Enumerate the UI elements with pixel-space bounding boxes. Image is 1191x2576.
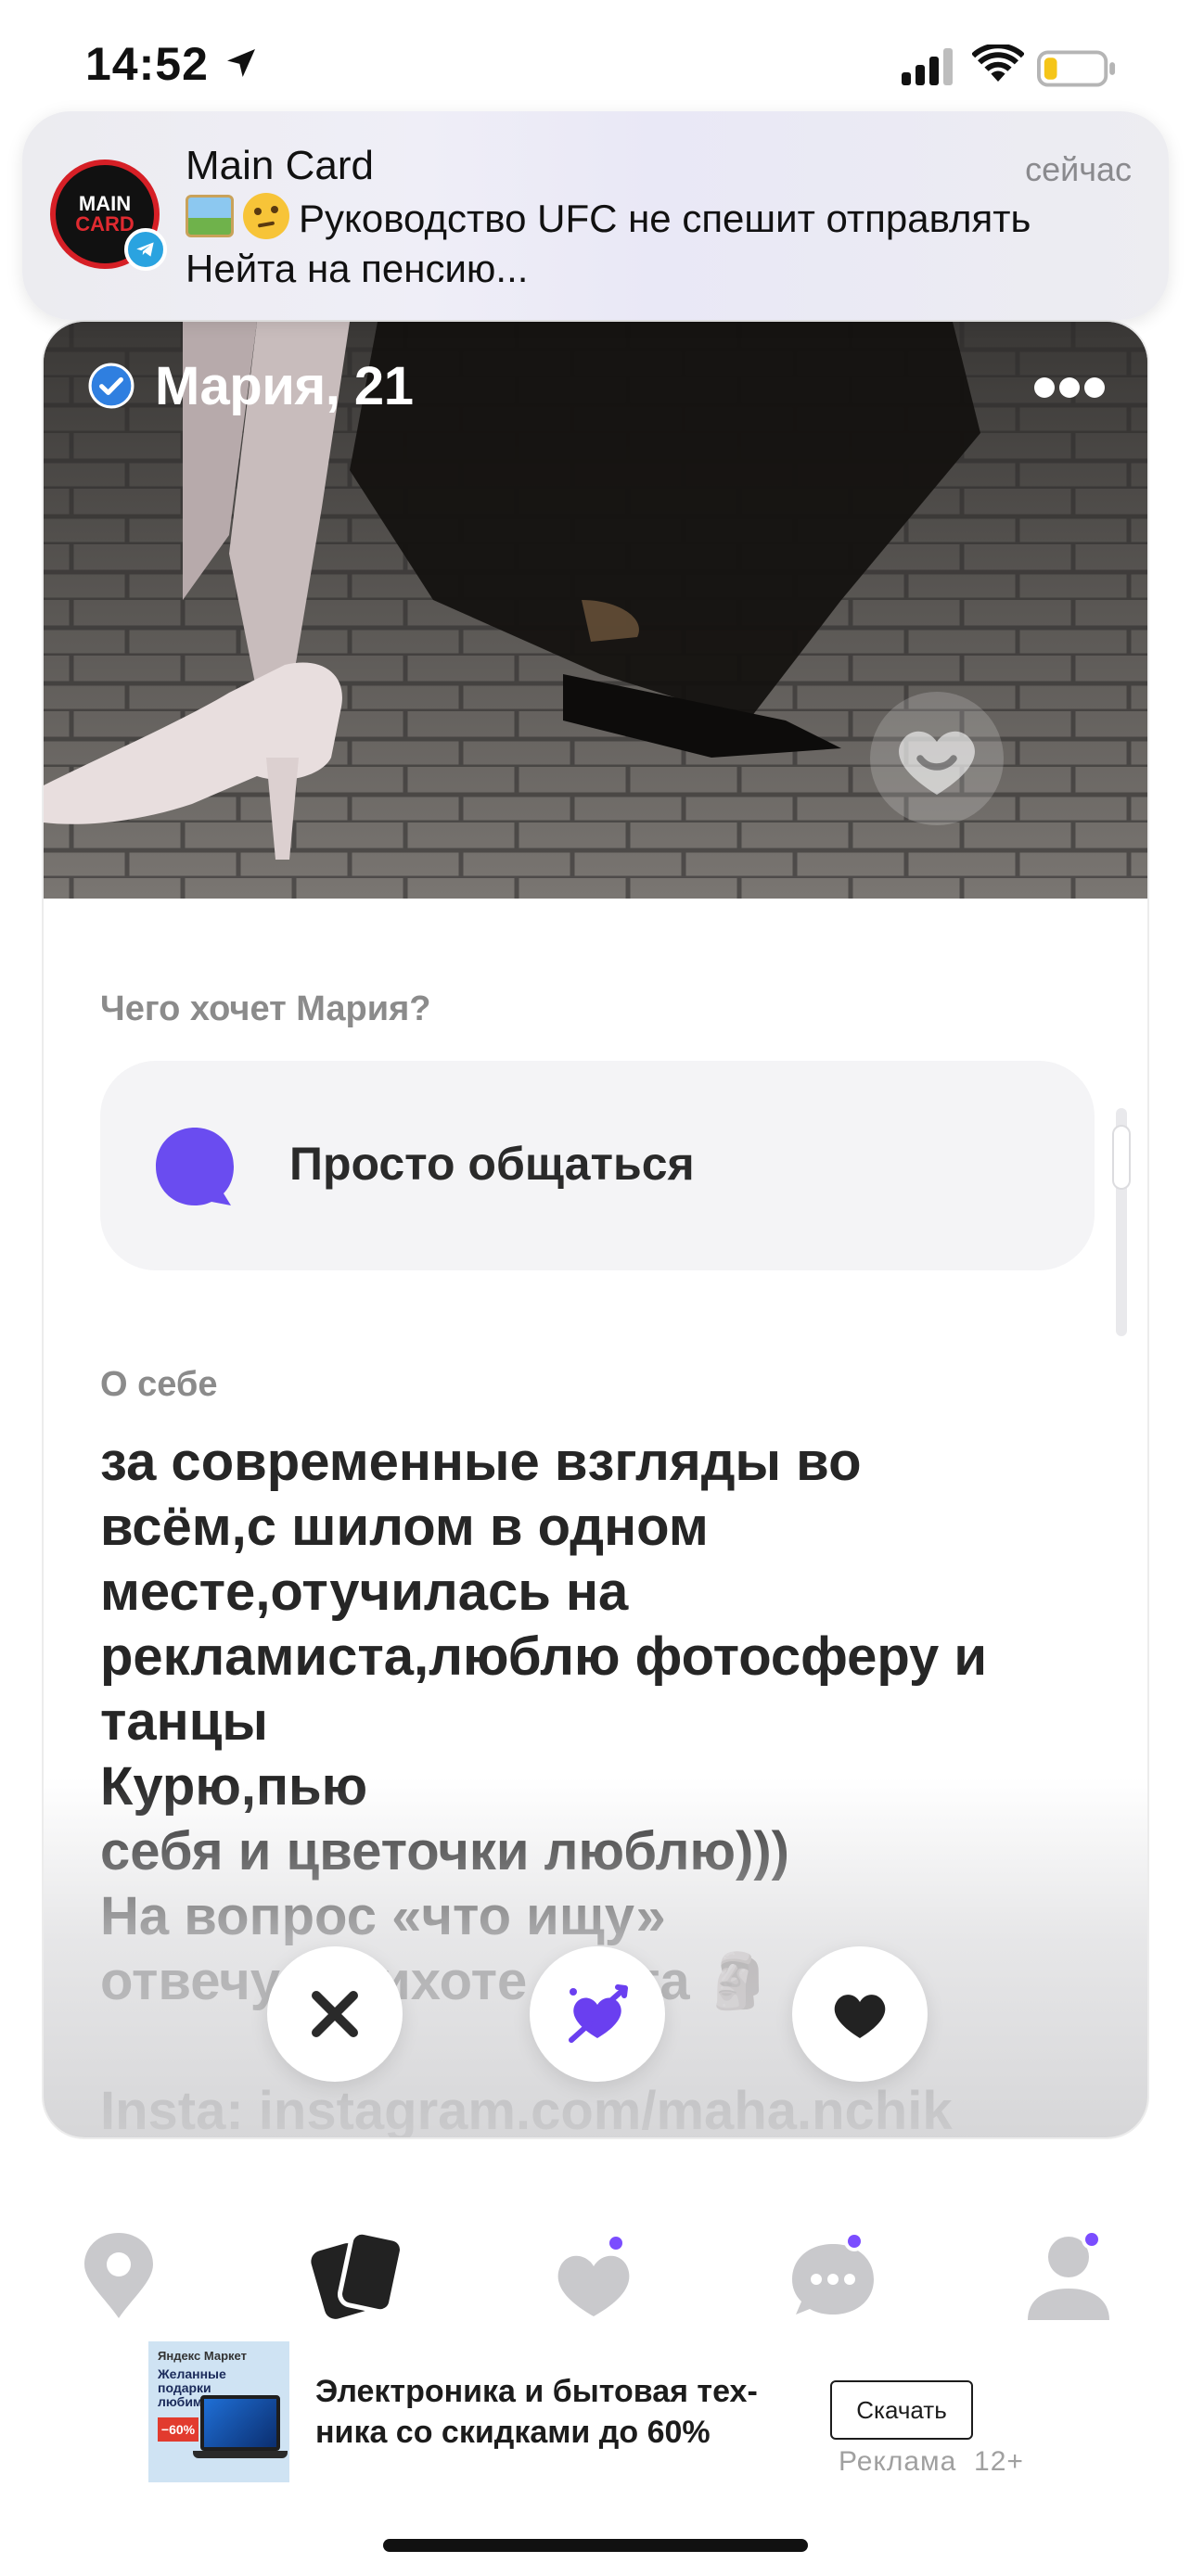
goal-box: Просто общаться <box>100 1061 1095 1270</box>
telegram-icon <box>124 228 167 271</box>
notification-time: сейчас <box>1025 150 1132 188</box>
profile-badge-dot <box>1082 2229 1102 2250</box>
ad-label: Реклама 12+ <box>839 2446 1024 2477</box>
heart-icon <box>834 1995 886 2038</box>
framed-picture-emoji <box>186 195 234 237</box>
dislike-button[interactable] <box>267 1946 403 2082</box>
goal-label: Чего хочет Мария? <box>100 989 431 1028</box>
goal-value: Просто общаться <box>289 1138 695 1190</box>
ad-image[interactable]: Яндекс Маркет Желанные подарки любимым −… <box>148 2341 289 2482</box>
profile-photo[interactable]: Мария, 21 <box>44 322 1147 899</box>
likes-badge-dot <box>606 2233 626 2253</box>
avatar-logo-text-bottom: CARD <box>75 212 134 236</box>
cards-icon <box>311 2229 404 2319</box>
home-indicator[interactable] <box>383 2539 808 2552</box>
profile-name-age: Мария, 21 <box>155 356 414 416</box>
chat-bubble-goal-icon <box>156 1128 234 1205</box>
tab-nearby[interactable] <box>68 2225 170 2327</box>
ad-download-button[interactable]: Скачать <box>830 2380 973 2440</box>
location-arrow-icon <box>227 49 255 77</box>
profile-card[interactable]: Мария, 21 Чего хочет Мария? Просто общат… <box>42 320 1149 2139</box>
tab-profile[interactable] <box>1020 2225 1122 2327</box>
map-pin-icon <box>84 2233 153 2318</box>
ad-image-brand: Яндекс Маркет <box>158 2349 247 2363</box>
thinking-face-emoji <box>243 193 289 239</box>
scrollbar-thumb[interactable] <box>1114 1127 1129 1188</box>
heart-arrow-icon <box>569 1984 628 2043</box>
tab-likes[interactable] <box>545 2225 647 2327</box>
notification-app-name: Main Card <box>186 143 374 188</box>
likes-heart-icon <box>557 2255 630 2316</box>
chat-bubble-icon <box>792 2244 874 2315</box>
status-time: 14:52 <box>85 38 209 90</box>
about-label: О себе <box>100 1365 218 1404</box>
close-icon <box>312 1991 358 2037</box>
chats-badge-dot <box>844 2231 864 2251</box>
laptop-base <box>193 2451 288 2458</box>
photo-like-icon[interactable] <box>867 689 1006 828</box>
notification-banner[interactable]: MAIN CARD Main Card сейчас Руководство U… <box>22 111 1169 320</box>
battery-low-icon <box>1037 50 1116 87</box>
avatar-logo-text-top: MAIN <box>78 192 132 215</box>
notification-message-row: Руководство UFC не спешит отправлять Ней… <box>186 193 1132 294</box>
like-button[interactable] <box>792 1946 928 2082</box>
notification-message: Руководство UFC не спешит отправлять Ней… <box>186 197 1031 290</box>
laptop-image <box>200 2395 280 2451</box>
status-bar: 14:52 <box>0 0 1191 130</box>
tab-chats[interactable] <box>785 2225 887 2327</box>
superlike-button[interactable] <box>530 1946 665 2082</box>
ad-image-badge: −60% <box>158 2417 198 2442</box>
ad-text: Электроника и бытовая тех- ника со скидк… <box>315 2374 758 2450</box>
user-icon <box>1028 2237 1109 2320</box>
more-options-icon[interactable] <box>1032 376 1107 400</box>
wifi-icon <box>972 45 1024 82</box>
tab-cards[interactable] <box>304 2225 406 2327</box>
cellular-signal-icon <box>902 48 953 85</box>
verified-icon <box>88 363 134 409</box>
